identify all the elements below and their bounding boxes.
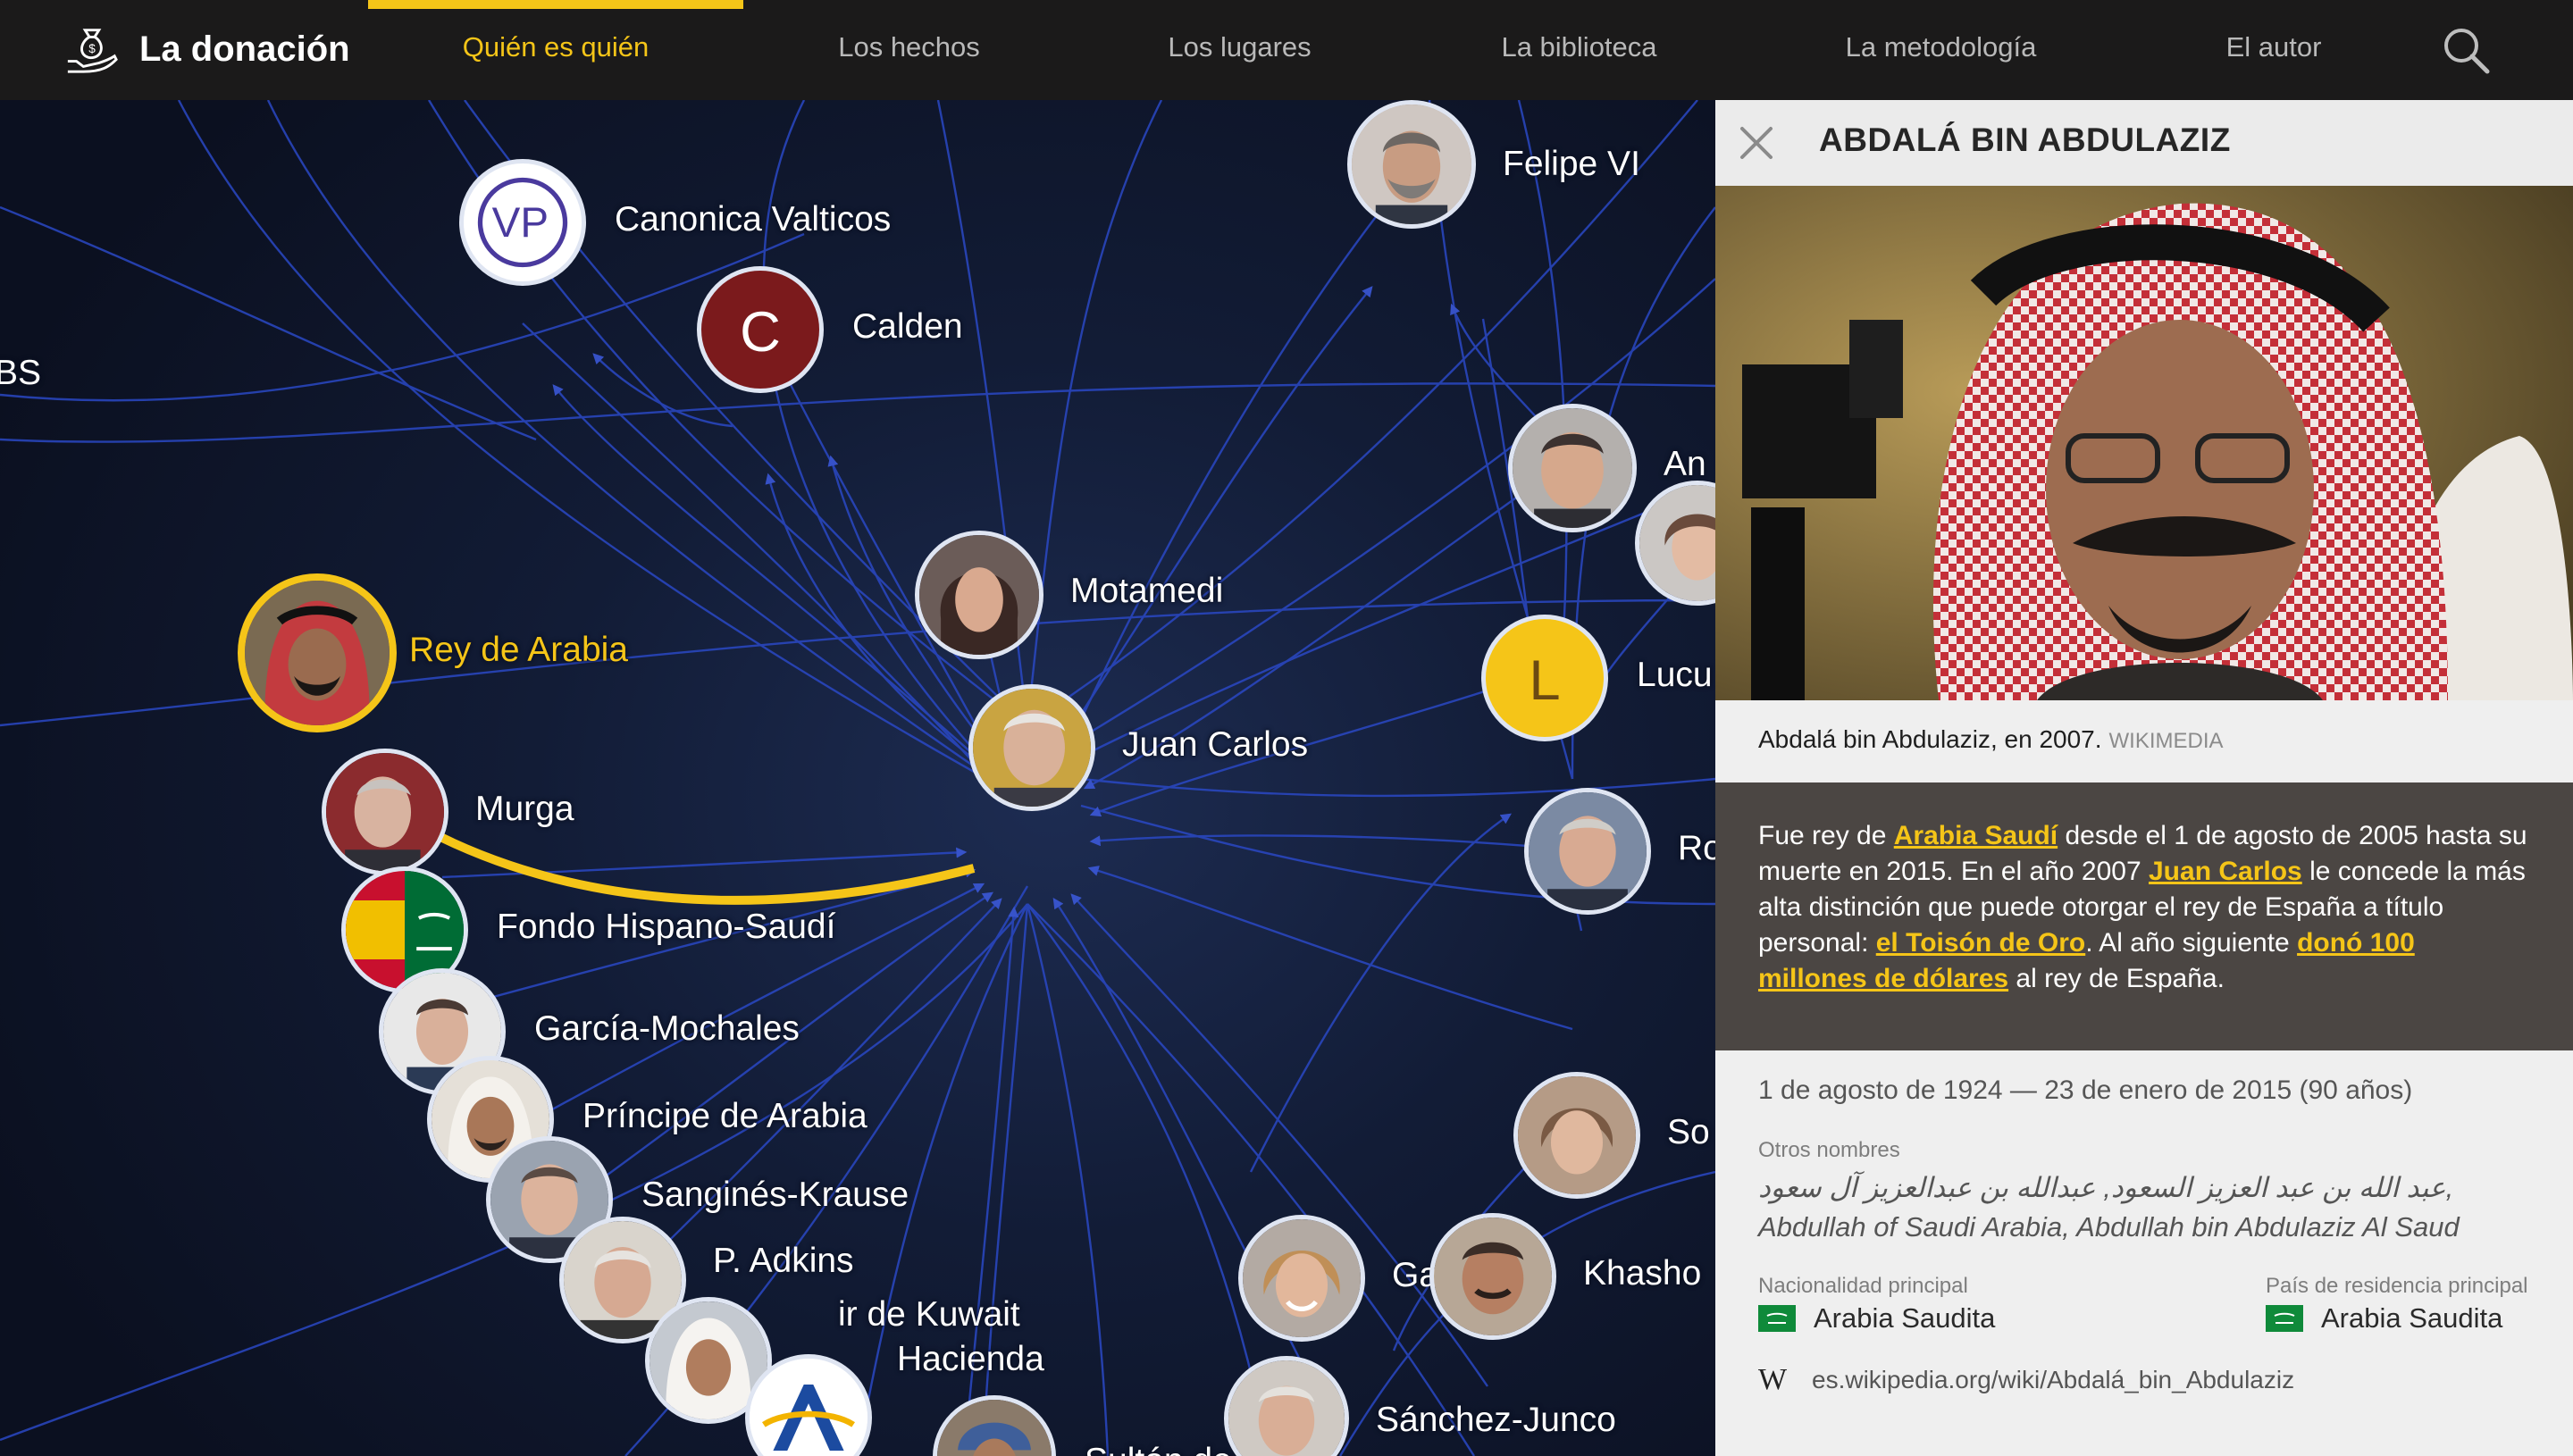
portrait-murga xyxy=(326,753,444,871)
portrait-rey-de-arabia xyxy=(245,581,390,725)
svg-text:$: $ xyxy=(88,42,96,55)
portrait-sanchez-junco xyxy=(1228,1360,1345,1456)
agencia-tributaria-logo xyxy=(750,1359,867,1456)
label-hacienda[interactable]: Hacienda xyxy=(897,1340,1044,1379)
label-sanchez-junco[interactable]: Sánchez-Junco xyxy=(1376,1401,1616,1440)
label-an[interactable]: An xyxy=(1664,445,1706,484)
node-juan-carlos[interactable] xyxy=(968,684,1095,811)
network-graph[interactable]: VP Canonica Valticos C Calden BS Felipe … xyxy=(0,100,1715,1456)
wikipedia-url[interactable]: es.wikipedia.org/wiki/Abdalá_bin_Abdulaz… xyxy=(1812,1366,2294,1394)
label-khasho[interactable]: Khasho xyxy=(1583,1254,1701,1293)
label-murga[interactable]: Murga xyxy=(475,790,574,829)
label-garcia-mochales[interactable]: García-Mochales xyxy=(534,1009,800,1049)
label-ro[interactable]: Ro xyxy=(1678,829,1715,868)
svg-text:VP: VP xyxy=(492,199,549,247)
label-canonica-valticos[interactable]: Canonica Valticos xyxy=(615,200,891,239)
label-fondo-hispano-saudi[interactable]: Fondo Hispano-Saudí xyxy=(497,908,835,947)
panel-title: ABDALÁ BIN ABDULAZIZ xyxy=(1819,121,2231,158)
residence-value: Arabia Saudita xyxy=(2266,1302,2502,1335)
portrait-an xyxy=(1513,408,1632,528)
bio-text: Fue rey de xyxy=(1758,821,1894,850)
top-nav: $ La donación Quién es quién Los hechos … xyxy=(0,0,2573,100)
label-calden[interactable]: Calden xyxy=(852,307,963,347)
bio-text: al rey de España. xyxy=(2008,964,2225,993)
close-icon[interactable] xyxy=(1733,120,1780,166)
label-bs[interactable]: BS xyxy=(0,354,41,393)
link-toison-de-oro[interactable]: el Toisón de Oro xyxy=(1876,928,2085,958)
node-felipe-vi[interactable] xyxy=(1347,100,1476,229)
label-juan-carlos[interactable]: Juan Carlos xyxy=(1122,725,1308,765)
portrait-so xyxy=(1518,1076,1636,1194)
label-emir-de-kuwait[interactable]: ir de Kuwait xyxy=(838,1295,1020,1335)
highlight-edge xyxy=(372,798,976,905)
link-arabia-saudi[interactable]: Arabia Saudí xyxy=(1894,821,2058,850)
letter-avatar: C xyxy=(740,301,781,364)
saudi-flag-icon xyxy=(2266,1305,2303,1332)
residence-label: País de residencia principal xyxy=(2266,1274,2528,1298)
panel-header: ABDALÁ BIN ABDULAZIZ xyxy=(1715,100,2573,186)
portrait-ro xyxy=(1529,792,1647,910)
nav-el-autor[interactable]: El autor xyxy=(2162,0,2385,100)
search-icon[interactable] xyxy=(2439,23,2493,77)
nav-quien-es-quien[interactable]: Quién es quién xyxy=(368,0,743,100)
label-felipe-vi[interactable]: Felipe VI xyxy=(1503,145,1640,184)
label-sangines-krause[interactable]: Sanginés-Krause xyxy=(641,1176,909,1215)
photo-caption: Abdalá bin Abdulaziz, en 2007. WIKIMEDIA xyxy=(1758,725,2224,754)
nationality-value: Arabia Saudita xyxy=(1758,1302,1995,1335)
portrait-photo xyxy=(1715,186,2573,700)
caption-text: Abdalá bin Abdulaziz, en 2007. xyxy=(1758,725,2102,753)
label-lucu[interactable]: Lucu xyxy=(1637,656,1713,695)
node-an[interactable] xyxy=(1508,404,1637,532)
label-rey-de-arabia[interactable]: Rey de Arabia xyxy=(409,631,628,670)
node-canonica-valticos[interactable]: VP xyxy=(459,159,586,286)
nav-los-hechos[interactable]: Los hechos xyxy=(768,0,1050,100)
node-so[interactable] xyxy=(1513,1072,1640,1199)
node-ro[interactable] xyxy=(1524,788,1651,915)
label-principe-de-arabia[interactable]: Príncipe de Arabia xyxy=(582,1097,867,1136)
label-motamedi[interactable]: Motamedi xyxy=(1070,572,1223,611)
portrait-felipe xyxy=(1352,105,1471,224)
portrait-gaya xyxy=(1243,1219,1361,1337)
biography: Fue rey de Arabia Saudí desde el 1 de ag… xyxy=(1715,782,2573,1050)
svg-text:L: L xyxy=(1529,649,1560,712)
node-motamedi[interactable] xyxy=(915,531,1043,659)
portrait-motamedi xyxy=(919,535,1039,655)
saudi-flag-icon xyxy=(1758,1305,1796,1332)
brand[interactable]: $ La donación xyxy=(64,18,350,80)
photo-credit: WIKIMEDIA xyxy=(2108,729,2224,753)
residence-text: Arabia Saudita xyxy=(2321,1302,2503,1334)
letter-avatar: L xyxy=(1529,649,1560,712)
nationality-text: Arabia Saudita xyxy=(1814,1302,1996,1334)
vp-logo: VP xyxy=(477,177,568,268)
other-names-label: Otros nombres xyxy=(1758,1138,1900,1162)
other-names: عبد الله بن عبد العزيز السعود, عبدالله ب… xyxy=(1758,1172,2460,1243)
wikipedia-link[interactable]: W es.wikipedia.org/wiki/Abdalá_bin_Abdul… xyxy=(1758,1363,2294,1397)
life-dates: 1 de agosto de 1924 — 23 de enero de 201… xyxy=(1758,1075,2413,1105)
bio-text: . Al año siguiente xyxy=(2085,928,2298,958)
svg-text:C: C xyxy=(740,301,781,364)
brand-name: La donación xyxy=(139,29,350,69)
node-lucu[interactable]: L xyxy=(1481,615,1608,741)
portrait-juan-carlos xyxy=(973,689,1091,807)
detail-panel: ABDALÁ BIN ABDULAZIZ Abdalá bin Abdulazi… xyxy=(1715,100,2573,1456)
link-juan-carlos[interactable]: Juan Carlos xyxy=(2149,857,2302,886)
label-so[interactable]: So xyxy=(1667,1113,1710,1152)
nav-la-biblioteca[interactable]: La biblioteca xyxy=(1429,0,1729,100)
node-khasho[interactable] xyxy=(1429,1213,1556,1340)
label-p-adkins[interactable]: P. Adkins xyxy=(713,1242,854,1281)
portrait-woman xyxy=(1639,485,1715,601)
wikipedia-icon: W xyxy=(1758,1363,1788,1396)
node-murga[interactable] xyxy=(322,749,448,875)
nav-la-metodologia[interactable]: La metodología xyxy=(1787,0,2095,100)
portrait-khasho xyxy=(1434,1218,1552,1335)
node-gaya[interactable] xyxy=(1238,1215,1365,1342)
node-calden[interactable]: C xyxy=(697,266,824,393)
money-bag-hand-icon: $ xyxy=(67,29,118,73)
node-rey-de-arabia[interactable] xyxy=(238,573,397,732)
nav-los-lugares[interactable]: Los lugares xyxy=(1099,0,1380,100)
nationality-label: Nacionalidad principal xyxy=(1758,1274,1968,1298)
